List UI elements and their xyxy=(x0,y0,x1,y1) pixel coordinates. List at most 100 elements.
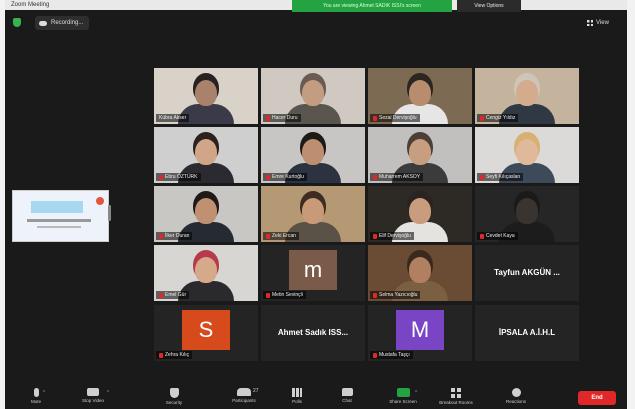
video-camera-icon xyxy=(87,388,99,396)
mute-button[interactable]: Mute xyxy=(14,388,58,404)
participant-avatar: M xyxy=(396,310,444,350)
participant-head-graphic xyxy=(195,80,217,106)
microphone-icon xyxy=(33,388,39,397)
participant-display-name: İPSALA A.İ.H.L xyxy=(498,328,556,337)
participant-name-tag: Emel Gür xyxy=(156,291,190,299)
chat-button[interactable]: Chat xyxy=(325,388,369,403)
muted-microphone-icon xyxy=(480,115,484,121)
share-screen-button[interactable]: Share Screen xyxy=(381,388,425,404)
participant-tile[interactable]: S Zehra Kılıç xyxy=(154,305,258,361)
toolbar-label: Security xyxy=(165,400,183,405)
participant-tile[interactable]: M Mustafa Taşçı xyxy=(368,305,472,361)
splitter-handle[interactable] xyxy=(108,205,111,221)
muted-microphone-icon xyxy=(159,292,163,298)
participant-name-tag: Cevdet Kaya xyxy=(477,232,518,240)
participant-head-graphic xyxy=(302,198,324,224)
view-label: View xyxy=(596,20,609,26)
participant-head-graphic xyxy=(409,139,431,165)
end-meeting-button[interactable]: End xyxy=(578,391,616,405)
participant-name-tag: Hacer Duru xyxy=(263,114,301,122)
participant-name: Zehra Kılıç xyxy=(165,352,190,358)
shield-icon xyxy=(169,388,179,398)
participant-name: Ebru ÖZTÜRK xyxy=(165,174,198,180)
participant-tile[interactable]: Emel Gür xyxy=(154,245,258,301)
toolbar-label: Stop Video xyxy=(82,398,104,403)
participant-tile[interactable]: Kübra Akser xyxy=(154,68,258,124)
toolbar-label: Participants xyxy=(232,398,256,403)
muted-microphone-icon xyxy=(373,174,377,180)
participant-tile[interactable]: Emre Kurtoğlu xyxy=(261,127,365,183)
participant-tile[interactable]: İlker Duran xyxy=(154,186,258,242)
toolbar-label: Breakout Rooms xyxy=(439,400,473,405)
participant-head-graphic xyxy=(409,198,431,224)
participant-name: Emel Gür xyxy=(165,292,187,298)
participant-tile[interactable]: Sezai Dervişoğlu xyxy=(368,68,472,124)
participant-tile[interactable]: Muharrem AKSOY xyxy=(368,127,472,183)
encryption-shield-icon[interactable] xyxy=(13,18,21,27)
participant-tile[interactable]: Ebru ÖZTÜRK xyxy=(154,127,258,183)
participant-name-tag: Ebru ÖZTÜRK xyxy=(156,173,201,181)
security-button[interactable]: Security xyxy=(152,388,196,405)
muted-microphone-icon xyxy=(159,174,163,180)
participant-name-tag: Selma Yazıcıoğlu xyxy=(370,291,421,299)
cloud-recording-icon xyxy=(39,20,47,26)
poll-icon xyxy=(292,388,302,397)
participants-button[interactable]: 27 Participants xyxy=(222,388,266,403)
participant-tile[interactable]: Elif Dervişoğlu xyxy=(368,186,472,242)
participant-head-graphic xyxy=(516,139,538,165)
participant-tile[interactable]: Seyfi Kılıçaslan xyxy=(475,127,579,183)
participant-name-tag: İlker Duran xyxy=(156,232,193,240)
participant-head-graphic xyxy=(195,139,217,165)
participant-name: Kübra Akser xyxy=(159,115,187,121)
participant-name: Cengiz Yıldız xyxy=(486,115,516,121)
reactions-button[interactable]: Reactions xyxy=(494,388,538,404)
participant-name-tag: Sezai Dervişoğlu xyxy=(370,114,420,122)
muted-microphone-icon xyxy=(373,233,377,239)
chevron-up-icon[interactable]: ^ xyxy=(107,390,109,396)
view-button[interactable]: View xyxy=(587,17,609,29)
screen-share-banner: You are viewing Ahmet SADIK ISSI's scree… xyxy=(292,0,452,12)
participant-name: Selma Yazıcıoğlu xyxy=(379,292,418,298)
participant-tile[interactable]: m Metin Sevinçli xyxy=(261,245,365,301)
participant-name: Cevdet Kaya xyxy=(486,233,515,239)
participant-avatar: S xyxy=(182,310,230,350)
participant-tile[interactable]: Ahmet Sadık ISS... xyxy=(261,305,365,361)
muted-microphone-icon xyxy=(373,352,377,358)
chat-icon xyxy=(341,388,353,396)
chevron-up-icon[interactable]: ^ xyxy=(43,390,45,396)
shared-screen-thumbnail[interactable] xyxy=(12,190,109,242)
shared-screen-banner-graphic xyxy=(31,201,83,213)
participant-head-graphic xyxy=(409,257,431,283)
zoom-window: Zoom Meeting You are viewing Ahmet SADIK… xyxy=(5,0,627,409)
participant-tile[interactable]: İPSALA A.İ.H.L xyxy=(475,305,579,361)
toolbar-label: Reactions xyxy=(505,399,526,404)
participant-name: Hacer Duru xyxy=(272,115,298,121)
participant-tile[interactable]: Cevdet Kaya xyxy=(475,186,579,242)
participant-name: Metin Sevinçli xyxy=(272,292,303,298)
participant-tile[interactable]: Tayfun AKGÜN ... xyxy=(475,245,579,301)
muted-microphone-icon xyxy=(480,233,484,239)
breakout-rooms-icon xyxy=(451,388,461,398)
breakout-rooms-button[interactable]: Breakout Rooms xyxy=(434,388,478,405)
participant-name-tag: Emre Kurtoğlu xyxy=(263,173,307,181)
participant-head-graphic xyxy=(195,198,217,224)
participant-name: İlker Duran xyxy=(165,233,190,239)
participant-name-tag: Kübra Akser xyxy=(156,114,190,122)
chevron-up-icon[interactable]: ^ xyxy=(415,390,417,396)
muted-microphone-icon xyxy=(480,174,484,180)
view-options-button[interactable]: View Options xyxy=(457,0,521,12)
participant-tile[interactable]: Zeki Ercan xyxy=(261,186,365,242)
participant-tile[interactable]: Selma Yazıcıoğlu xyxy=(368,245,472,301)
shared-screen-text-line xyxy=(37,226,81,228)
participant-name-tag: Muharrem AKSOY xyxy=(370,173,424,181)
participant-name: Sezai Dervişoğlu xyxy=(379,115,417,121)
participant-tile[interactable]: Hacer Duru xyxy=(261,68,365,124)
participant-count: 27 xyxy=(253,388,259,394)
participant-tile[interactable]: Cengiz Yıldız xyxy=(475,68,579,124)
participant-name-tag: Cengiz Yıldız xyxy=(477,114,519,122)
participant-head-graphic xyxy=(195,257,217,283)
polls-button[interactable]: Polls xyxy=(275,388,319,404)
recording-indicator[interactable]: Recording... xyxy=(35,16,90,30)
recording-label: Recording... xyxy=(51,20,84,26)
participant-name-tag: Elif Dervişoğlu xyxy=(370,232,414,240)
